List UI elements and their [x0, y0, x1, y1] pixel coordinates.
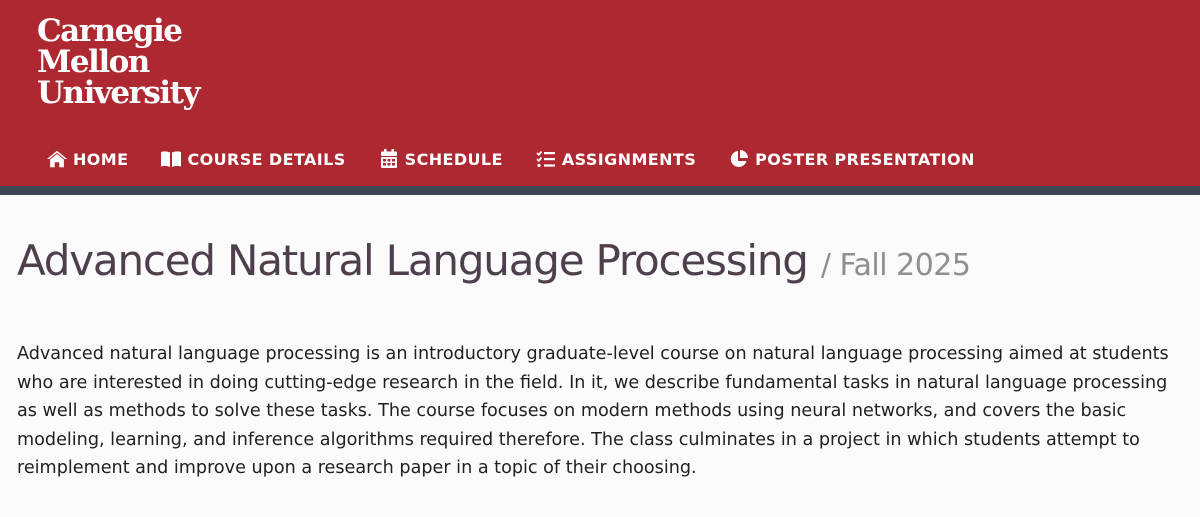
nav-label-poster-presentation: POSTER PRESENTATION [755, 149, 975, 169]
nav-label-assignments: ASSIGNMENTS [561, 149, 697, 169]
logo-line-3: University [37, 75, 200, 111]
course-term: / Fall 2025 [820, 248, 971, 283]
main-nav: HOME COURSE DETAILS SCHEDULE ASSIGNMENTS… [46, 145, 1007, 173]
logo-line-1: Carnegie [37, 13, 183, 49]
nav-item-home[interactable]: HOME [46, 148, 128, 170]
home-icon [46, 148, 68, 170]
nav-item-schedule[interactable]: SCHEDULE [378, 148, 503, 170]
pie-chart-icon [728, 148, 750, 170]
nav-label-home: HOME [73, 149, 129, 169]
nav-item-poster-presentation[interactable]: POSTER PRESENTATION [728, 148, 975, 170]
tasks-icon [535, 148, 557, 170]
book-icon [160, 148, 182, 170]
header-divider [0, 186, 1200, 195]
nav-item-assignments[interactable]: ASSIGNMENTS [535, 148, 696, 170]
course-title: Advanced Natural Language Processing [17, 236, 809, 285]
site-header: Carnegie Mellon University HOME COURSE D… [0, 0, 1200, 186]
logo-line-2: Mellon [37, 44, 150, 80]
nav-label-course-details: COURSE DETAILS [187, 149, 346, 169]
nav-label-schedule: SCHEDULE [404, 149, 503, 169]
calendar-icon [378, 148, 400, 170]
cmu-logo[interactable]: Carnegie Mellon University [37, 13, 200, 111]
course-description: Advanced natural language processing is … [17, 344, 1169, 478]
nav-item-course-details[interactable]: COURSE DETAILS [160, 148, 345, 170]
page-title: Advanced Natural Language Processing / F… [17, 236, 971, 285]
